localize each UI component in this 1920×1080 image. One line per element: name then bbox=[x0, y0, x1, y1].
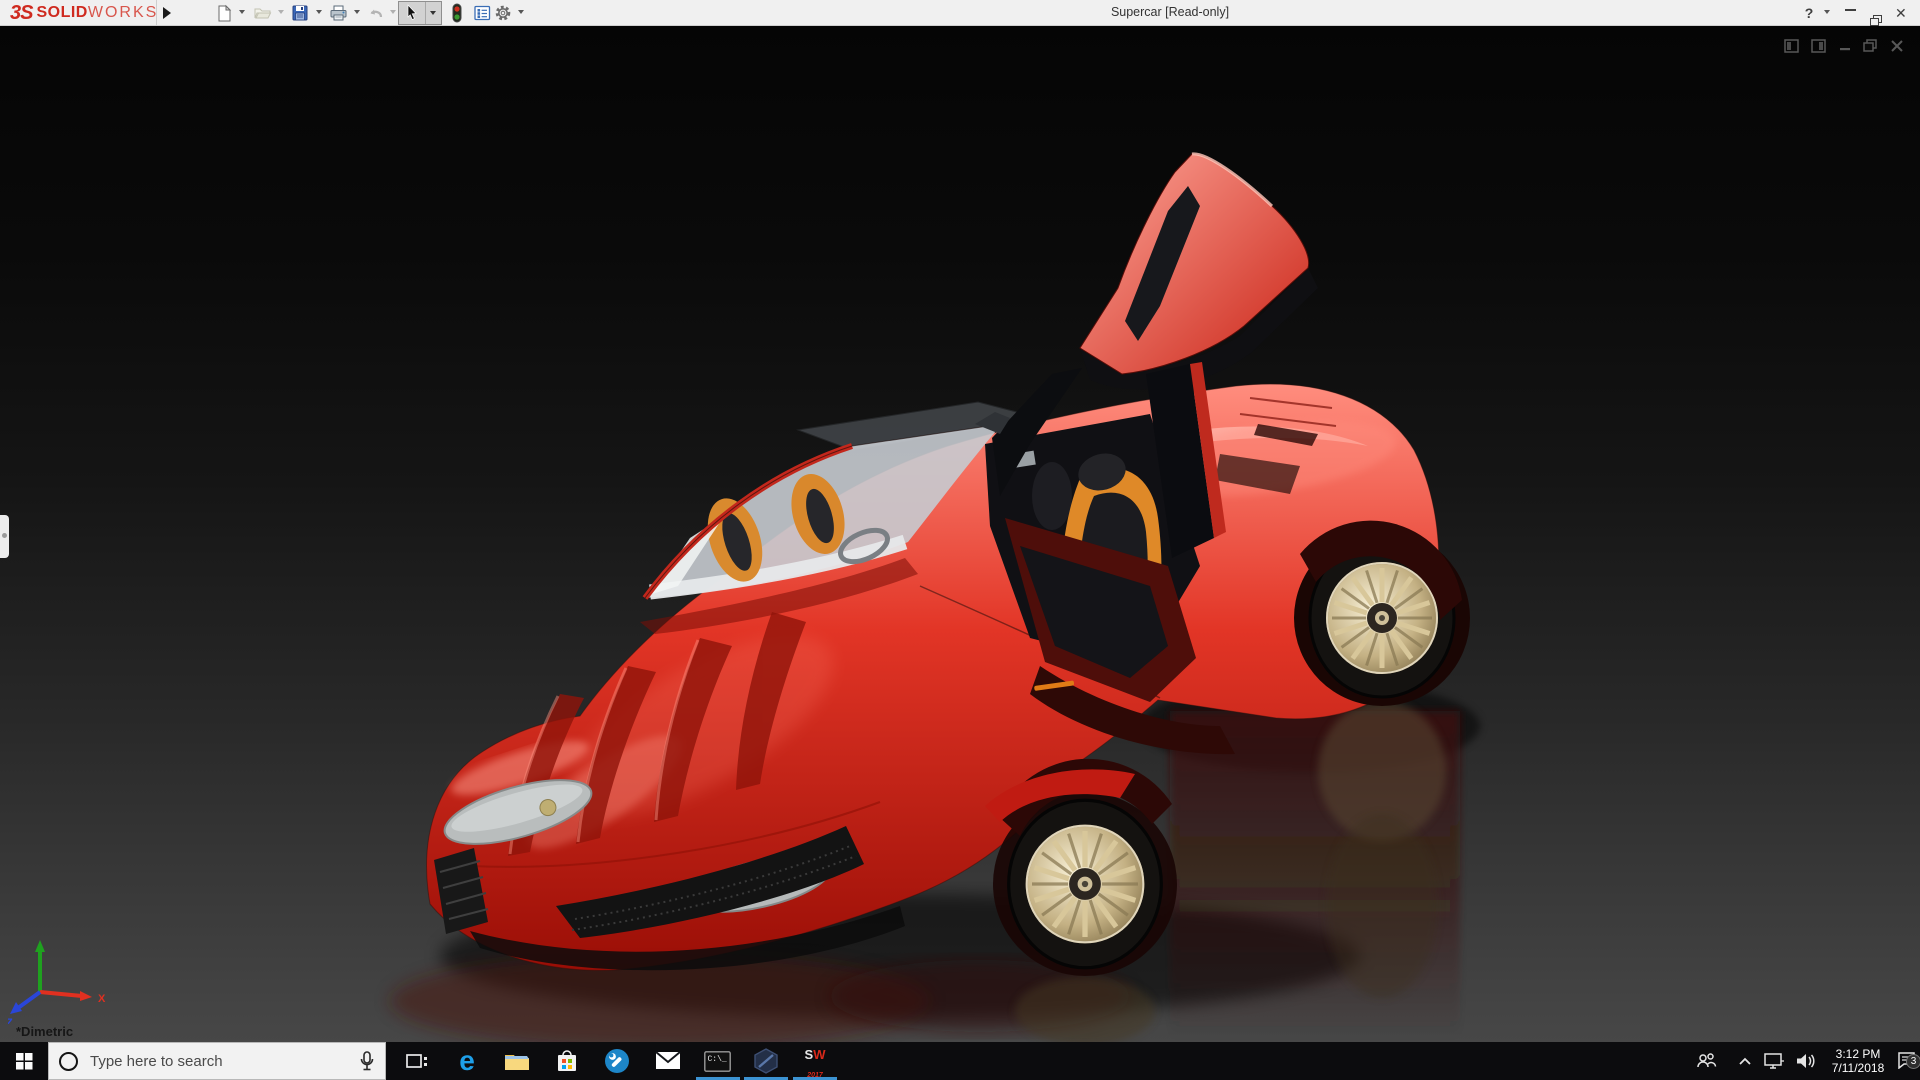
settings-gear-icon bbox=[495, 5, 511, 21]
screen: 3S SOLID WORKS Supercar [Read-only] ? ✕ … bbox=[0, 0, 1920, 1080]
help-dropdown-caret[interactable] bbox=[1824, 10, 1830, 14]
hexagon-app-icon bbox=[754, 1048, 778, 1074]
solidworks-logo-bold: SOLID bbox=[36, 4, 88, 21]
svg-text:C:\_: C:\_ bbox=[707, 1055, 726, 1064]
graphics-viewport[interactable]: X Z *Dimetric bbox=[0, 26, 1920, 1042]
store-button[interactable] bbox=[544, 1042, 590, 1080]
save-button[interactable] bbox=[289, 3, 311, 23]
chevron-up-icon bbox=[1739, 1057, 1751, 1065]
notification-badge: 3 bbox=[1906, 1054, 1920, 1069]
tools-app-button[interactable] bbox=[594, 1042, 640, 1080]
start-button[interactable] bbox=[0, 1042, 48, 1080]
people-button[interactable] bbox=[1688, 1042, 1724, 1080]
undo-dropdown-caret[interactable] bbox=[390, 10, 396, 14]
clock[interactable]: 3:12 PM 7/11/2018 bbox=[1820, 1042, 1896, 1080]
options-dropdown-caret[interactable] bbox=[518, 10, 524, 14]
options-button[interactable] bbox=[492, 3, 514, 23]
open-dropdown-caret[interactable] bbox=[278, 10, 284, 14]
search-input[interactable] bbox=[90, 1052, 359, 1070]
windows-logo-icon bbox=[15, 1052, 32, 1069]
search-box[interactable] bbox=[48, 1042, 386, 1080]
print-button[interactable] bbox=[327, 3, 349, 23]
network-icon bbox=[1764, 1053, 1784, 1069]
rebuild-button[interactable] bbox=[446, 3, 468, 23]
undo-button[interactable] bbox=[364, 3, 386, 23]
print-icon bbox=[330, 5, 346, 21]
save-icon bbox=[292, 5, 308, 21]
x-axis-label: X bbox=[98, 993, 106, 1005]
orientation-triad: X Z bbox=[8, 940, 106, 1024]
car-rear-wheel[interactable] bbox=[1294, 520, 1470, 706]
close-button[interactable]: ✕ bbox=[1895, 0, 1907, 26]
cortana-icon bbox=[59, 1051, 78, 1071]
orientation-label: *Dimetric bbox=[16, 1024, 74, 1039]
file-explorer-icon bbox=[505, 1055, 529, 1070]
network-button[interactable] bbox=[1758, 1042, 1790, 1080]
wrench-circle-icon bbox=[605, 1049, 629, 1073]
title-bar: 3S SOLID WORKS Supercar [Read-only] ? ✕ bbox=[0, 0, 1920, 26]
edge-icon: e bbox=[459, 1045, 475, 1076]
x-axis-arrow bbox=[80, 991, 92, 1001]
solidworks-logo-mark: 3S bbox=[10, 1, 33, 24]
task-view-icon bbox=[406, 1054, 427, 1068]
solidworks-logo: 3S SOLID WORKS bbox=[10, 1, 158, 25]
solidworks-button[interactable]: SW 2017 bbox=[792, 1042, 838, 1080]
open-button[interactable] bbox=[251, 3, 273, 23]
select-dropdown-caret[interactable] bbox=[425, 2, 439, 24]
action-center-button[interactable]: 3 bbox=[1894, 1042, 1920, 1080]
people-icon bbox=[1697, 1053, 1717, 1068]
mail-icon bbox=[655, 1051, 681, 1069]
select-tool-button[interactable] bbox=[398, 1, 442, 25]
taskbar: e bbox=[0, 1042, 1920, 1080]
help-button[interactable]: ? bbox=[1800, 0, 1818, 26]
command-prompt-icon: C:\_ bbox=[703, 1050, 731, 1072]
task-pane-button[interactable] bbox=[471, 3, 493, 23]
microphone-icon[interactable] bbox=[359, 1050, 375, 1072]
options-list-icon bbox=[473, 5, 490, 21]
car-3d-model[interactable] bbox=[0, 26, 1920, 1042]
rebuild-traffic-light-icon bbox=[452, 3, 462, 23]
clock-time: 3:12 PM bbox=[1835, 1047, 1881, 1061]
new-document-button[interactable] bbox=[213, 3, 235, 23]
toolbar-separator bbox=[156, 0, 157, 26]
command-prompt-button[interactable]: C:\_ bbox=[694, 1042, 740, 1080]
minimize-button[interactable] bbox=[1844, 0, 1858, 14]
new-document-icon bbox=[218, 4, 232, 22]
y-axis-arrow bbox=[35, 940, 45, 952]
file-explorer-button[interactable] bbox=[494, 1042, 540, 1080]
volume-button[interactable] bbox=[1790, 1042, 1822, 1080]
window-title: Supercar [Read-only] bbox=[1110, 5, 1230, 19]
flyout-arrow-icon[interactable] bbox=[163, 7, 171, 19]
speaker-icon bbox=[1797, 1054, 1815, 1068]
car-open-door[interactable] bbox=[1079, 152, 1318, 390]
task-view-button[interactable] bbox=[394, 1042, 440, 1080]
z-axis-label: Z bbox=[8, 1017, 13, 1024]
undo-icon bbox=[370, 9, 382, 18]
solidworks-logo-light: WORKS bbox=[87, 4, 159, 21]
tray-chevron-button[interactable] bbox=[1732, 1042, 1758, 1080]
solidworks-2017-icon: SW 2017 bbox=[804, 1047, 826, 1080]
save-dropdown-caret[interactable] bbox=[316, 10, 322, 14]
edge-button[interactable]: e bbox=[444, 1042, 490, 1080]
select-cursor-icon bbox=[407, 4, 417, 21]
new-dropdown-caret[interactable] bbox=[239, 10, 245, 14]
print-dropdown-caret[interactable] bbox=[354, 10, 360, 14]
clock-date: 7/11/2018 bbox=[1831, 1061, 1885, 1075]
hexagon-app-button[interactable] bbox=[743, 1042, 789, 1080]
open-folder-icon bbox=[254, 8, 271, 19]
mail-button[interactable] bbox=[645, 1042, 691, 1080]
microsoft-store-icon bbox=[558, 1050, 576, 1071]
